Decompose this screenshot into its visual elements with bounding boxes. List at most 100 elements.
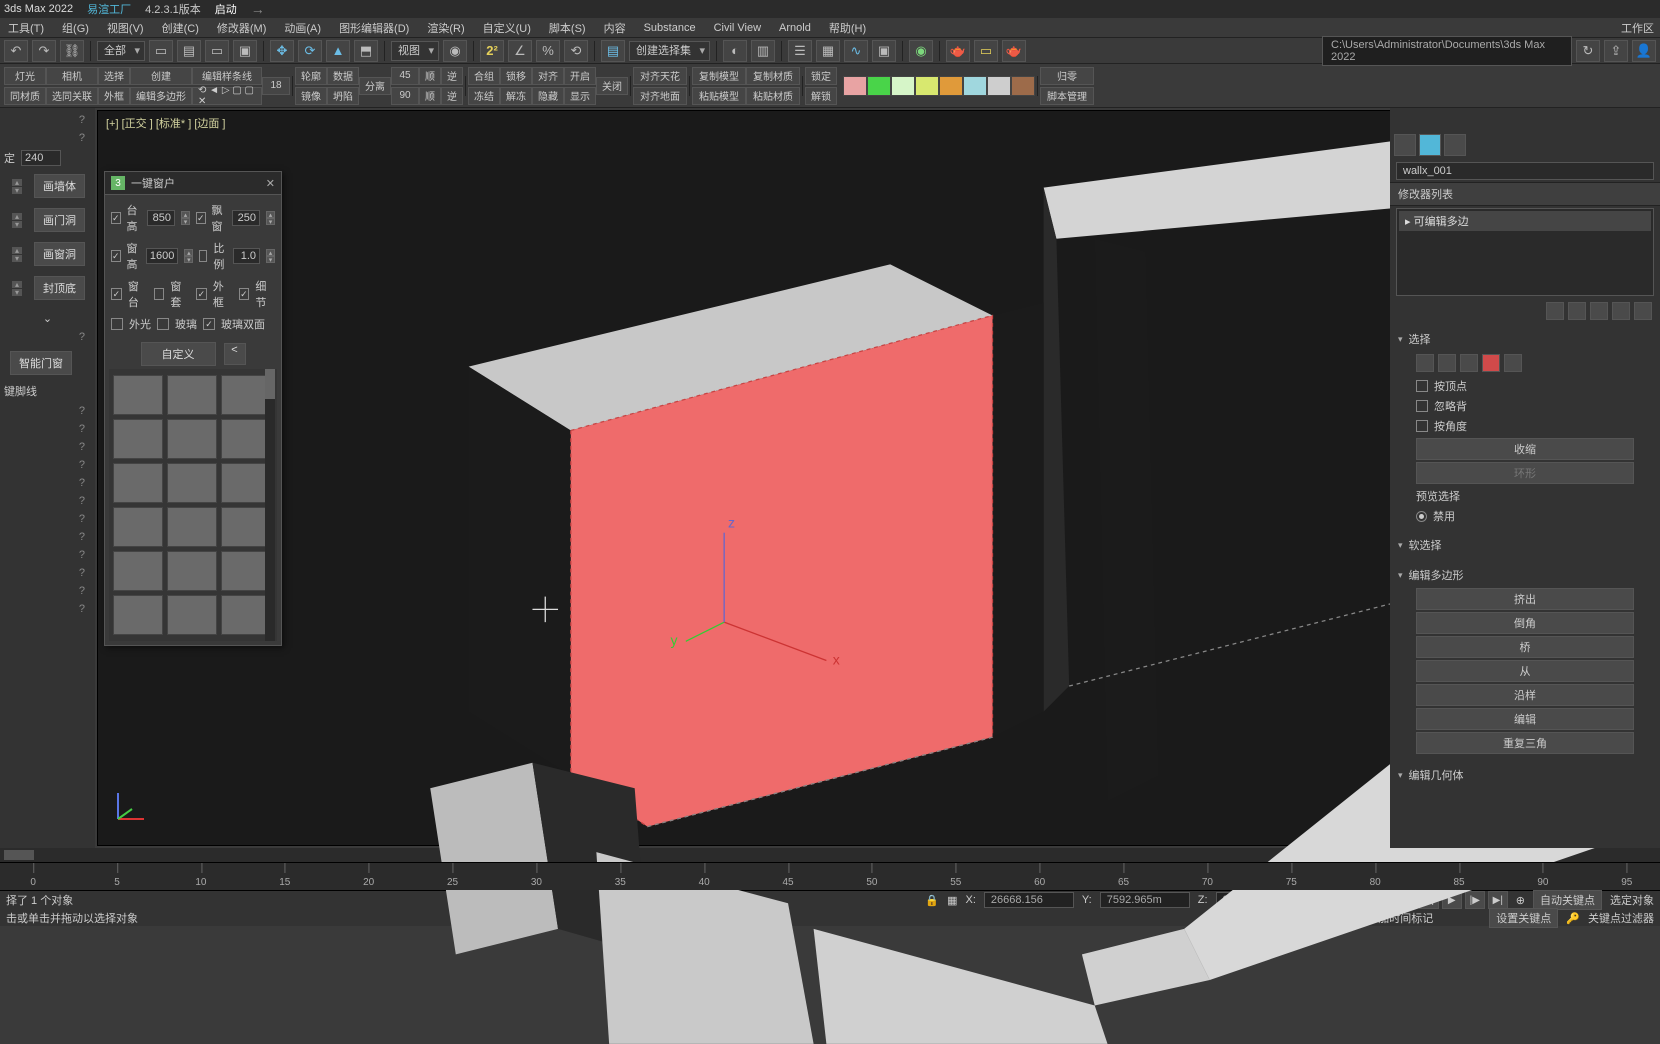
tb-close[interactable]: 关闭	[596, 77, 628, 95]
sill-check[interactable]	[111, 288, 122, 300]
mirror-button[interactable]: ◐	[723, 40, 747, 62]
tb-90[interactable]: 90	[391, 87, 419, 105]
rotate-button[interactable]: ⟳	[298, 40, 322, 62]
link-button[interactable]: ⛓	[60, 40, 84, 62]
tb-alignfloor[interactable]: 对齐地面	[633, 87, 687, 105]
dialog-title-bar[interactable]: 3 一键窗户 ✕	[105, 172, 281, 195]
show-end-result-button[interactable]	[1568, 302, 1586, 320]
draw-door-button[interactable]: 画门洞	[34, 208, 85, 232]
polygon-subobj[interactable]	[1482, 354, 1500, 372]
tb-samerel[interactable]: 选同关联	[46, 87, 98, 105]
modifier-list-head[interactable]: 修改器列表	[1390, 182, 1660, 206]
ext-light-check[interactable]	[111, 318, 123, 330]
select-name-button[interactable]: ▤	[177, 40, 201, 62]
menu-content[interactable]: 内容	[604, 20, 626, 36]
toggle-ribbon-button[interactable]: ▦	[816, 40, 840, 62]
timeline-tick[interactable]: 55	[950, 877, 961, 888]
timeline-tick[interactable]: 5	[114, 877, 120, 888]
timeline-tick[interactable]: 60	[1034, 877, 1045, 888]
placement-button[interactable]: ⬒	[354, 40, 378, 62]
baseboard-label[interactable]: 键脚线	[4, 383, 37, 399]
close-icon[interactable]: ✕	[266, 177, 275, 190]
spinner-snap-button[interactable]: ⟲	[564, 40, 588, 62]
help-icon[interactable]: ?	[79, 531, 91, 543]
timeline-tick[interactable]: 25	[447, 877, 458, 888]
tb-data[interactable]: 数据	[327, 67, 359, 85]
frame-check[interactable]	[196, 288, 207, 300]
undo-button[interactable]: ↶	[4, 40, 28, 62]
ring-button[interactable]: 环形	[1416, 462, 1634, 484]
tb-group[interactable]: 合组	[468, 67, 500, 85]
pivot-button[interactable]: ◉	[443, 40, 467, 62]
rect-region-button[interactable]: ▭	[205, 40, 229, 62]
swatch-3[interactable]	[891, 76, 915, 96]
sill-height-check[interactable]	[111, 212, 121, 224]
template-cell[interactable]	[113, 463, 163, 503]
snap-2d-button[interactable]: 2²	[480, 40, 504, 62]
template-cell[interactable]	[113, 375, 163, 415]
along-spline-button[interactable]: 沿样	[1416, 684, 1634, 706]
sill-height-value[interactable]: 850	[147, 210, 175, 226]
ratio-value[interactable]: 1.0	[233, 248, 260, 264]
template-cell[interactable]	[221, 463, 271, 503]
filter-dropdown[interactable]: 全部	[97, 41, 145, 61]
spinner-icon[interactable]: ▴▾	[266, 249, 275, 263]
timeline-tick[interactable]: 70	[1202, 877, 1213, 888]
menu-render[interactable]: 渲染(R)	[427, 20, 464, 36]
bay-window-value[interactable]: 250	[232, 210, 260, 226]
spinner-icon[interactable]: ▴▾	[181, 211, 190, 225]
template-cell[interactable]	[221, 419, 271, 459]
disable-radio[interactable]	[1416, 511, 1427, 522]
timeline-tick[interactable]: 20	[363, 877, 374, 888]
draw-wall-button[interactable]: 画墙体	[34, 174, 85, 198]
template-cell[interactable]	[167, 507, 217, 547]
help-icon[interactable]: ?	[79, 585, 91, 597]
tb-pastemodel[interactable]: 粘贴模型	[692, 87, 746, 105]
menu-customize[interactable]: 自定义(U)	[483, 20, 531, 36]
angle-snap-button[interactable]: ∠	[508, 40, 532, 62]
tb-hide[interactable]: 隐藏	[532, 87, 564, 105]
menu-arnold[interactable]: Arnold	[779, 22, 811, 34]
help-icon[interactable]: ?	[79, 603, 91, 615]
timeline-tick[interactable]: 45	[783, 877, 794, 888]
timeline-tick[interactable]: 65	[1118, 877, 1129, 888]
template-cell[interactable]	[167, 595, 217, 635]
selection-rollout[interactable]: 选择	[1398, 328, 1652, 350]
move-button[interactable]: ✥	[270, 40, 294, 62]
glass-double-check[interactable]	[203, 318, 215, 330]
menu-anim[interactable]: 动画(A)	[284, 20, 321, 36]
tb-lockmove[interactable]: 锁移	[500, 67, 532, 85]
scrollbar[interactable]	[265, 369, 275, 641]
shrink-button[interactable]: 收缩	[1416, 438, 1634, 460]
template-cell[interactable]	[167, 375, 217, 415]
element-subobj[interactable]	[1504, 354, 1522, 372]
align-button[interactable]: ▥	[751, 40, 775, 62]
tb-show[interactable]: 显示	[564, 87, 596, 105]
tb-copymat[interactable]: 复制材质	[746, 67, 800, 85]
plugin-start[interactable]: 启动	[215, 1, 237, 17]
modifier-item[interactable]: ▸ 可编辑多边	[1399, 211, 1651, 231]
hierarchy-tab[interactable]	[1444, 134, 1466, 156]
tb-45[interactable]: 45	[391, 67, 419, 85]
template-cell[interactable]	[221, 507, 271, 547]
horizontal-scrollbar[interactable]	[4, 850, 34, 860]
menu-script[interactable]: 脚本(S)	[549, 20, 586, 36]
border-subobj[interactable]	[1460, 354, 1478, 372]
timeline[interactable]: 05101520253035404550556065707580859095	[0, 862, 1660, 890]
edit-poly-rollout[interactable]: 编辑多边形	[1398, 564, 1652, 586]
window-crossing-button[interactable]: ▣	[233, 40, 257, 62]
spinner-icon[interactable]: ▴▾	[266, 211, 275, 225]
fixed-value[interactable]: 240	[21, 150, 61, 166]
object-name-field[interactable]: wallx_001	[1396, 162, 1654, 180]
menu-view[interactable]: 视图(V)	[107, 20, 144, 36]
bridge-button[interactable]: 桥	[1416, 636, 1634, 658]
help-icon[interactable]: ?	[79, 331, 91, 343]
tb-unlock[interactable]: 解锁	[805, 87, 837, 105]
timeline-tick[interactable]: 85	[1453, 877, 1464, 888]
edit-button[interactable]: 编辑	[1416, 708, 1634, 730]
help-icon[interactable]: ?	[79, 459, 91, 471]
select-button[interactable]: ▭	[149, 40, 173, 62]
bevel-button[interactable]: 倒角	[1416, 612, 1634, 634]
render-button[interactable]: 🫖	[1002, 40, 1026, 62]
template-cell[interactable]	[113, 419, 163, 459]
